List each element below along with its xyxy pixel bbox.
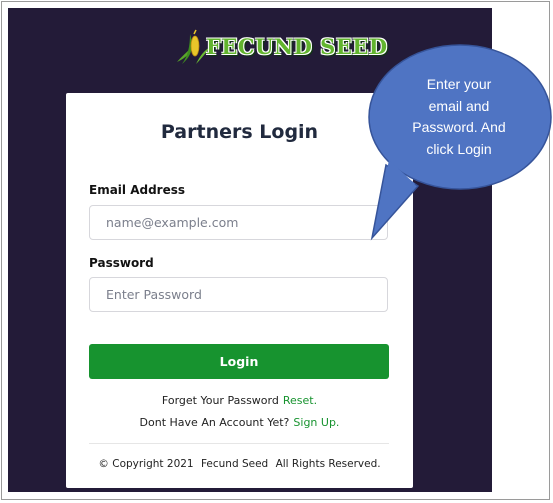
password-field[interactable]	[89, 277, 388, 312]
signup-link[interactable]: Sign Up.	[293, 416, 339, 429]
forgot-password-text: Forget Your Password	[161, 394, 279, 407]
login-button[interactable]: Login	[89, 344, 389, 379]
callout-line: email and	[428, 97, 490, 114]
copyright-text: © Copyright 2021	[98, 458, 194, 470]
no-account-text: Dont Have An Account Yet?	[139, 416, 290, 429]
reset-link[interactable]: Reset.	[283, 394, 317, 407]
logo-text: FECUND SEED	[206, 34, 388, 59]
email-field[interactable]	[89, 205, 388, 240]
login-card: Partners Login Email Address Password Lo…	[66, 93, 413, 488]
callout-line: click Login	[426, 140, 492, 157]
page-title: Partners Login	[160, 121, 319, 143]
email-label: Email Address	[89, 183, 186, 197]
password-label: Password	[89, 256, 154, 270]
footer: © Copyright 2021 Fecund Seed All Rights …	[66, 458, 413, 470]
callout-line: Password. And	[412, 119, 506, 135]
forgot-password-line: Forget Your Password Reset.	[66, 394, 413, 407]
callout-text: Enter your email and Password. And click…	[398, 74, 520, 160]
footer-brand: Fecund Seed	[200, 458, 269, 470]
signup-line: Dont Have An Account Yet? Sign Up.	[66, 416, 413, 429]
callout-line: Enter your	[426, 76, 492, 92]
brand-logo[interactable]: FECUND SEED	[174, 28, 387, 68]
divider	[89, 443, 389, 444]
footer-rights: All Rights Reserved.	[275, 458, 381, 470]
